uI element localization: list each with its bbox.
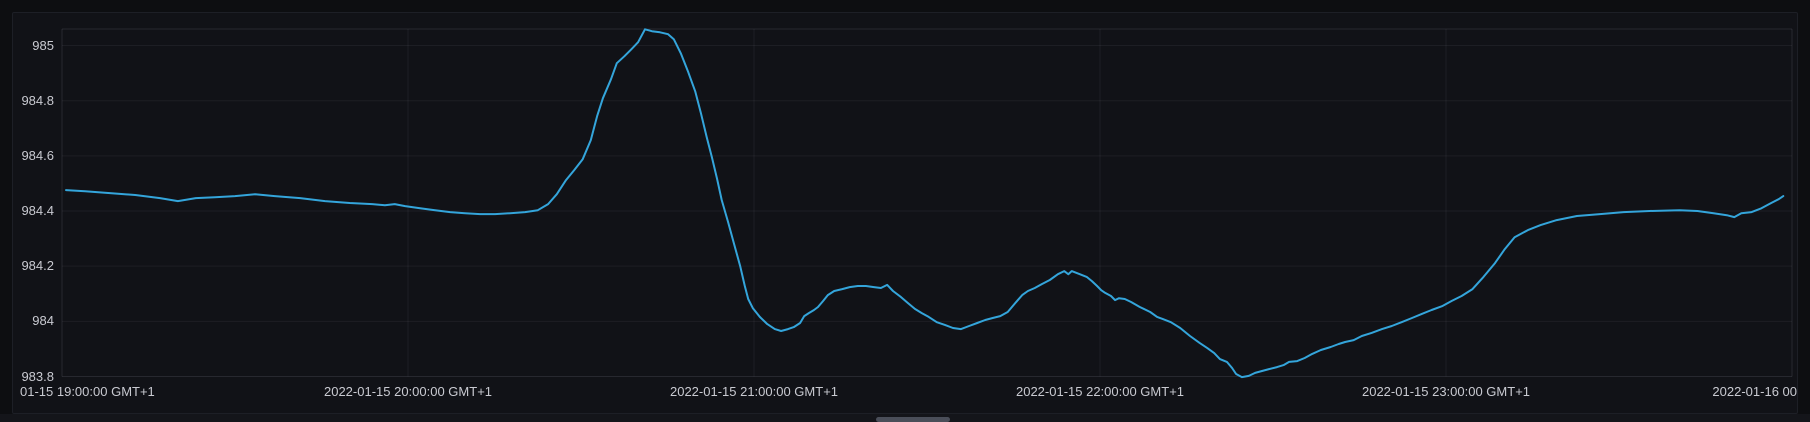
- series-path-pressure: [66, 29, 1783, 377]
- scrollbar-thumb[interactable]: [876, 417, 950, 422]
- series-line: [66, 29, 1783, 377]
- plot-border: [62, 29, 1792, 377]
- grid: [62, 29, 1792, 377]
- dashboard-page: 985984.8984.6984.4984.2984983.801-15 19:…: [0, 0, 1810, 422]
- horizontal-scrollbar[interactable]: [0, 414, 1810, 422]
- time-series-chart[interactable]: [0, 0, 1810, 422]
